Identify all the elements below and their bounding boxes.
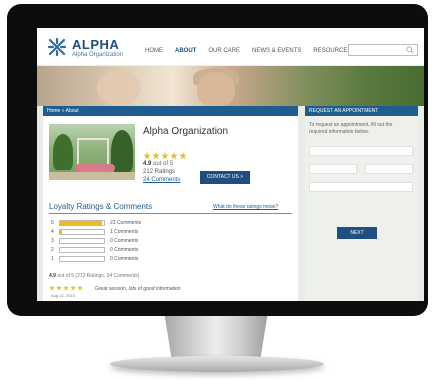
rating-row: 5 23 Comments — [51, 219, 171, 228]
rating-row-count: 23 Comments — [110, 220, 142, 226]
page-title: Alpha Organization — [143, 126, 229, 137]
brand-subtitle: Alpha Organization — [72, 52, 124, 58]
garden-path — [49, 172, 135, 180]
rating-value: 4.9 — [143, 161, 152, 167]
pergola — [77, 138, 109, 166]
monitor-stand-base — [110, 356, 324, 372]
appointment-title: REQUEST AN APPOINTMENT — [309, 108, 379, 114]
site-header: ALPHA Alpha Organization HOME ABOUT OUR … — [37, 28, 424, 66]
appointment-field-2[interactable] — [309, 164, 357, 174]
rating-stars — [143, 152, 187, 160]
summary-text: out of 5 (212 Ratings, 24 Comments) — [55, 273, 140, 279]
search-icon[interactable] — [406, 46, 414, 54]
nav-about[interactable]: ABOUT — [175, 48, 196, 54]
brand-name[interactable]: ALPHA — [72, 37, 119, 52]
rating-row-star: 5 — [51, 220, 54, 226]
main-panel: Alpha Organization 4.9 out of 5 212 Rati… — [43, 116, 298, 301]
star-icon — [179, 152, 187, 160]
breadcrumb[interactable]: Home » About — [47, 108, 79, 114]
nav-resources[interactable]: RESOURCES — [313, 48, 351, 54]
rating-bar-track — [59, 238, 105, 244]
appointment-header: REQUEST AN APPOINTMENT — [305, 106, 418, 116]
appointment-field-1[interactable] — [309, 146, 413, 156]
nav-news-events[interactable]: NEWS & EVENTS — [252, 48, 301, 54]
appointment-intro: To request an appointment, fill out the … — [309, 122, 393, 135]
ratings-breakdown: 5 23 Comments 4 1 Comments 3 0 Comments — [51, 219, 171, 264]
star-icon — [161, 152, 169, 160]
rating-bar-track — [59, 220, 105, 226]
ratings-section-title: Loyalty Ratings & Comments — [49, 202, 153, 211]
nav-home[interactable]: HOME — [145, 48, 163, 54]
rating-row: 4 1 Comments — [51, 228, 171, 237]
nav-our-care[interactable]: OUR CARE — [208, 48, 240, 54]
star-icon — [77, 285, 83, 291]
rating-row-count: 0 Comments — [110, 247, 139, 253]
contact-us-button[interactable]: CONTACT US > — [200, 171, 250, 184]
section-divider — [49, 213, 292, 214]
rating-row-star: 1 — [51, 256, 54, 262]
rating-row-count: 0 Comments — [110, 238, 139, 244]
review-date: Aug 22, 2015 — [51, 293, 75, 298]
hero-person-left — [97, 70, 141, 106]
summary-value: 4.9 — [49, 273, 56, 279]
star-icon — [56, 285, 62, 291]
flowers — [75, 164, 115, 172]
ratings-help-link[interactable]: What do these ratings mean? — [213, 204, 278, 210]
content-area: Home » About Alpha Organization 4.9 out … — [37, 106, 424, 301]
review-text: Great session, lots of good information — [95, 286, 181, 292]
rating-bar-track — [59, 229, 105, 235]
rating-bar-fill — [60, 221, 103, 225]
star-icon — [170, 152, 178, 160]
rating-row-count: 0 Comments — [110, 256, 139, 262]
facility-photo — [49, 124, 135, 180]
comments-link[interactable]: 24 Comments — [143, 177, 180, 183]
ratings-count: 212 Ratings — [143, 169, 176, 175]
star-icon — [143, 152, 151, 160]
rating-summary: 4.9 out of 5 (212 Ratings, 24 Comments) — [49, 273, 139, 279]
appointment-field-4[interactable] — [309, 182, 413, 192]
rating-bar-track — [59, 256, 105, 262]
next-button[interactable]: NEXT — [337, 227, 377, 239]
main-nav: HOME ABOUT OUR CARE NEWS & EVENTS RESOUR… — [145, 48, 351, 54]
star-icon — [70, 285, 76, 291]
hero-person-right — [197, 72, 235, 106]
rating-bar-track — [59, 247, 105, 253]
rating-suffix: out of 5 — [153, 161, 174, 167]
rating-bar-fill — [60, 230, 63, 234]
monitor-bezel: ALPHA Alpha Organization HOME ABOUT OUR … — [7, 4, 428, 316]
breadcrumb-bar: Home » About — [43, 106, 298, 116]
snowflake-logo-icon[interactable] — [47, 37, 67, 57]
star-icon — [49, 285, 55, 291]
appointment-field-3[interactable] — [365, 164, 413, 174]
rating-row: 1 0 Comments — [51, 255, 171, 264]
rating-row-count: 1 Comments — [110, 229, 139, 235]
search-input[interactable] — [348, 44, 418, 56]
rating-row-star: 3 — [51, 238, 54, 244]
tree — [53, 134, 73, 170]
rating-score: 4.9 out of 5 — [143, 161, 173, 167]
screen: ALPHA Alpha Organization HOME ABOUT OUR … — [37, 28, 424, 301]
rating-row: 2 0 Comments — [51, 246, 171, 255]
appointment-panel: To request an appointment, fill out the … — [305, 116, 418, 301]
review-stars — [49, 285, 83, 291]
rating-row-star: 4 — [51, 229, 54, 235]
rating-row-star: 2 — [51, 247, 54, 253]
star-icon — [152, 152, 160, 160]
star-icon — [63, 285, 69, 291]
rating-row: 3 0 Comments — [51, 237, 171, 246]
